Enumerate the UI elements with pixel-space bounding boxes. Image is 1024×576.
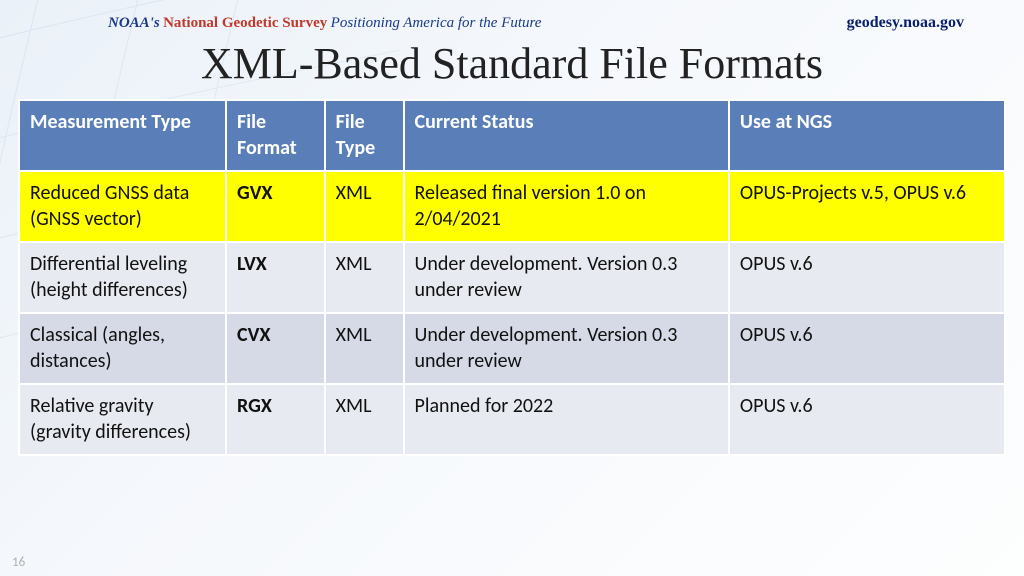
cell-status: Released final version 1.0 on 2/04/2021 — [404, 171, 729, 242]
col-measurement-type: Measurement Type — [19, 100, 226, 171]
formats-table: Measurement Type File Format File Type C… — [18, 99, 1006, 456]
cell-use: OPUS-Projects v.5, OPUS v.6 — [729, 171, 1005, 242]
slide-header: NOAA's National Geodetic Survey Position… — [0, 0, 1024, 32]
col-use-at-ngs: Use at NGS — [729, 100, 1005, 171]
table-row: Differential leveling (height difference… — [19, 242, 1005, 313]
cell-format: GVX — [226, 171, 325, 242]
cell-type: XML — [325, 242, 404, 313]
table-row: Relative gravity (gravity differences) R… — [19, 384, 1005, 455]
noaa-prefix: NOAA's — [108, 15, 160, 31]
col-file-type: File Type — [325, 100, 404, 171]
cell-format: LVX — [226, 242, 325, 313]
cell-measurement: Relative gravity (gravity differences) — [19, 384, 226, 455]
page-title: XML-Based Standard File Formats — [0, 38, 1024, 89]
cell-format: CVX — [226, 313, 325, 384]
cell-use: OPUS v.6 — [729, 242, 1005, 313]
cell-status: Under development. Version 0.3 under rev… — [404, 242, 729, 313]
cell-type: XML — [325, 384, 404, 455]
cell-use: OPUS v.6 — [729, 384, 1005, 455]
cell-type: XML — [325, 313, 404, 384]
formats-table-wrap: Measurement Type File Format File Type C… — [0, 99, 1024, 456]
org-name: National Geodetic Survey — [163, 15, 327, 31]
cell-measurement: Classical (angles, distances) — [19, 313, 226, 384]
col-file-format: File Format — [226, 100, 325, 171]
cell-use: OPUS v.6 — [729, 313, 1005, 384]
cell-status: Under development. Version 0.3 under rev… — [404, 313, 729, 384]
header-branding: NOAA's National Geodetic Survey Position… — [108, 14, 541, 32]
cell-format: RGX — [226, 384, 325, 455]
cell-measurement: Reduced GNSS data (GNSS vector) — [19, 171, 226, 242]
cell-status: Planned for 2022 — [404, 384, 729, 455]
col-current-status: Current Status — [404, 100, 729, 171]
cell-type: XML — [325, 171, 404, 242]
tagline: Positioning America for the Future — [331, 15, 542, 31]
page-number: 16 — [12, 555, 25, 570]
table-row: Reduced GNSS data (GNSS vector) GVX XML … — [19, 171, 1005, 242]
cell-measurement: Differential leveling (height difference… — [19, 242, 226, 313]
table-header-row: Measurement Type File Format File Type C… — [19, 100, 1005, 171]
site-url: geodesy.noaa.gov — [847, 14, 964, 32]
table-row: Classical (angles, distances) CVX XML Un… — [19, 313, 1005, 384]
